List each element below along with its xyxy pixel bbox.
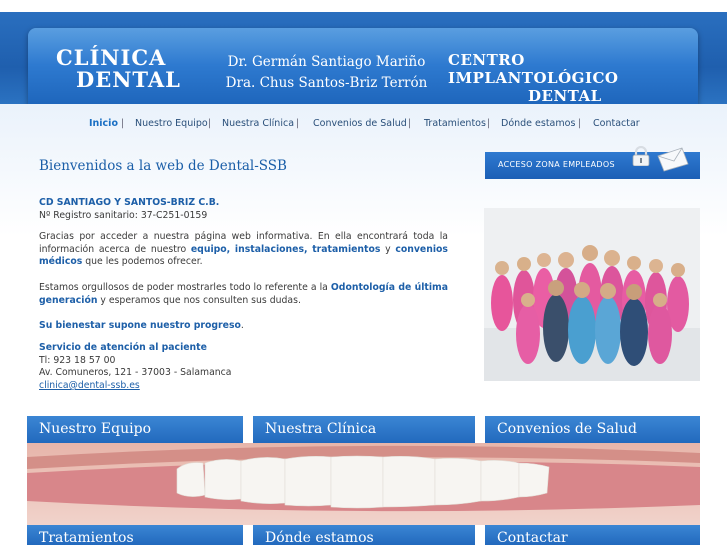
address: Av. Comuneros, 121 - 37003 - Salamanca — [39, 367, 232, 378]
link-equipo[interactable]: equipo, — [191, 244, 230, 255]
intro-paragraph: Gracias por acceder a nuestra página web… — [39, 231, 448, 269]
centro-implantologico-logo[interactable]: CENTRO IMPLANTOLÓGICO DENTAL — [448, 51, 698, 105]
intro-conjunction: y — [380, 243, 396, 255]
nav-item-donde-estamos[interactable]: Dónde estamos — [501, 118, 575, 129]
teeth-banner-image — [27, 443, 700, 525]
email-link[interactable]: clinica@dental-ssb.es — [39, 380, 448, 393]
tagline-text: Su bienestar supone nuestro progreso — [39, 320, 241, 331]
tagline: Su bienestar supone nuestro progreso. — [39, 320, 448, 333]
nav-separator: | — [208, 118, 212, 129]
tile-label: Tratamientos — [39, 530, 134, 546]
logo-left-line1: CLÍNICA — [56, 45, 167, 70]
tile-tratamientos[interactable]: Tratamientos — [27, 525, 243, 546]
nav-item-nuestra-clinica[interactable]: Nuestra Clínica — [222, 118, 294, 129]
welcome-title: Bienvenidos a la web de Dental-SSB — [39, 158, 287, 174]
tile-label: Dónde estamos — [265, 530, 374, 546]
lock-icon — [632, 146, 650, 166]
access-label: ACCESO ZONA EMPLEADOS — [498, 160, 615, 169]
envelope-icon — [657, 147, 689, 172]
tile-nuestro-equipo[interactable]: Nuestro Equipo — [27, 416, 243, 443]
pride-text: Estamos orgullosos de poder mostrarles t… — [39, 282, 331, 293]
logo-left-line2: DENTAL — [76, 67, 181, 92]
pride-paragraph: Estamos orgullosos de poder mostrarles t… — [39, 282, 448, 307]
doctors-names: Dr. Germán Santiago Mariño Dra. Chus San… — [214, 52, 439, 94]
nav-separator: | — [121, 118, 125, 129]
pride-text-end: y esperamos que nos consulten sus dudas. — [97, 294, 301, 306]
header-banner: CLÍNICA DENTAL Dr. Germán Santiago Mariñ… — [28, 28, 698, 110]
tile-nuestra-clinica[interactable]: Nuestra Clínica — [253, 416, 475, 443]
nav-item-inicio[interactable]: Inicio — [89, 118, 118, 129]
nav-separator: | — [578, 118, 582, 129]
intro-text-end: que les podemos ofrecer. — [82, 256, 203, 267]
tile-label: Contactar — [497, 530, 568, 546]
tile-label: Nuestro Equipo — [39, 421, 151, 437]
nav-separator: | — [296, 118, 300, 129]
nav-item-tratamientos[interactable]: Tratamientos — [424, 118, 486, 129]
tile-convenios-salud[interactable]: Convenios de Salud — [485, 416, 700, 443]
doctor-name-1: Dr. Germán Santiago Mariño — [227, 54, 426, 70]
nav-separator: | — [408, 118, 412, 129]
nav-item-nuestro-equipo[interactable]: Nuestro Equipo — [135, 118, 208, 129]
logo-right-line1: CENTRO IMPLANTOLÓGICO — [448, 51, 619, 87]
tile-label: Convenios de Salud — [497, 421, 637, 437]
doctor-name-2: Dra. Chus Santos-Briz Terrón — [225, 75, 428, 91]
tile-contactar[interactable]: Contactar — [485, 525, 700, 546]
tagline-period: . — [240, 320, 244, 331]
team-photo — [484, 208, 700, 381]
main-nav: Inicio | Nuestro Equipo | Nuestra Clínic… — [0, 118, 727, 132]
phone: Tl: 923 18 57 00 — [39, 355, 116, 366]
company-name: CD SANTIAGO Y SANTOS-BRIZ C.B. — [39, 197, 220, 208]
clinica-dental-logo[interactable]: CLÍNICA DENTAL — [56, 47, 181, 91]
email-text[interactable]: clinica@dental-ssb.es — [39, 380, 140, 391]
nav-item-convenios[interactable]: Convenios de Salud — [313, 118, 407, 129]
top-strip — [0, 0, 727, 12]
tile-donde-estamos[interactable]: Dónde estamos — [253, 525, 475, 546]
tile-label: Nuestra Clínica — [265, 421, 377, 437]
registro-sanitario: Nº Registro sanitario: 37-C251-0159 — [39, 210, 208, 221]
logo-right-line2: DENTAL — [528, 87, 602, 105]
nav-item-contactar[interactable]: Contactar — [593, 118, 640, 129]
link-tratamientos[interactable]: tratamientos — [312, 244, 380, 255]
link-instalaciones[interactable]: instalaciones, — [235, 244, 308, 255]
nav-separator: | — [487, 118, 491, 129]
service-title: Servicio de atención al paciente — [39, 342, 207, 353]
